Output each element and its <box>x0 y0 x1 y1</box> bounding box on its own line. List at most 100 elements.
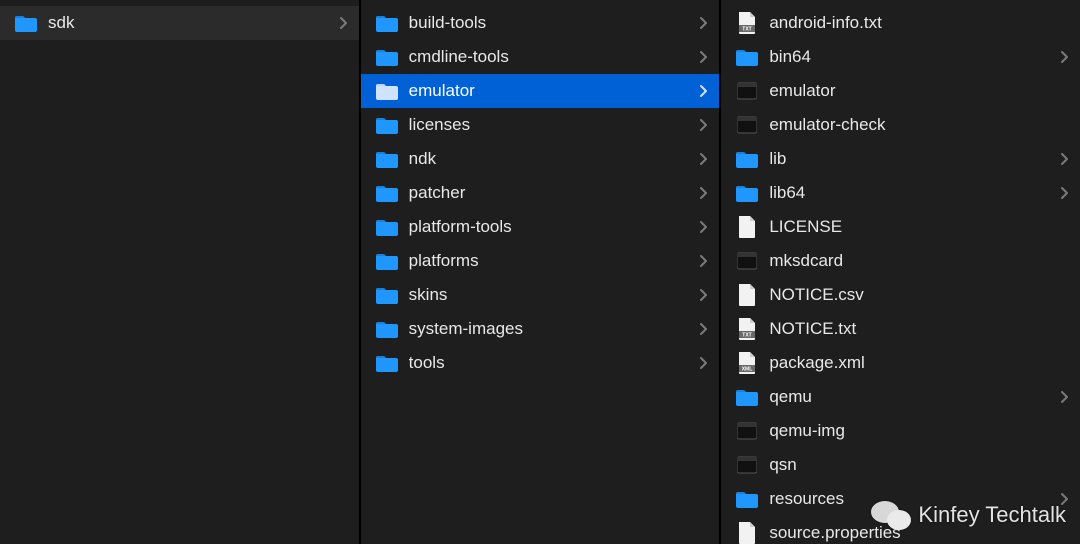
item-label: ndk <box>409 149 698 169</box>
item-label: LICENSE <box>769 217 1072 237</box>
file-icon <box>735 283 759 307</box>
chevron-right-icon <box>1058 391 1072 403</box>
folder-icon <box>375 283 399 307</box>
column-1: sdk <box>0 0 359 544</box>
chevron-right-icon <box>697 357 711 369</box>
folder-icon <box>375 79 399 103</box>
item-label: bin64 <box>769 47 1058 67</box>
chevron-right-icon <box>1058 153 1072 165</box>
list-item[interactable]: licenses <box>361 108 720 142</box>
item-label: lib64 <box>769 183 1058 203</box>
folder-icon <box>735 487 759 511</box>
list-item[interactable]: qemu-img <box>721 414 1080 448</box>
list-item[interactable]: lib <box>721 142 1080 176</box>
item-label: emulator <box>769 81 1072 101</box>
item-label: qemu <box>769 387 1058 407</box>
item-label: cmdline-tools <box>409 47 698 67</box>
folder-icon <box>735 385 759 409</box>
list-item[interactable]: cmdline-tools <box>361 40 720 74</box>
folder-icon <box>375 181 399 205</box>
item-label: qsn <box>769 455 1072 475</box>
chevron-right-icon <box>697 289 711 301</box>
item-label: qemu-img <box>769 421 1072 441</box>
item-label: platforms <box>409 251 698 271</box>
folder-icon <box>735 45 759 69</box>
item-label: source.properties <box>769 523 1072 543</box>
list-item[interactable]: NOTICE.csv <box>721 278 1080 312</box>
chevron-right-icon <box>1058 187 1072 199</box>
list-item[interactable]: platform-tools <box>361 210 720 244</box>
item-label: patcher <box>409 183 698 203</box>
item-label: sdk <box>48 13 337 33</box>
chevron-right-icon <box>697 85 711 97</box>
chevron-right-icon <box>1058 493 1072 505</box>
folder-icon <box>375 11 399 35</box>
list-item[interactable]: qemu <box>721 380 1080 414</box>
file-xml-icon: XML <box>735 351 759 375</box>
item-label: platform-tools <box>409 217 698 237</box>
finder-column-view: sdk build-tools cmdline-tools emulator licen… <box>0 0 1080 544</box>
exec-icon <box>735 453 759 477</box>
chevron-right-icon <box>697 51 711 63</box>
file-icon <box>735 521 759 544</box>
list-item[interactable]: ndk <box>361 142 720 176</box>
folder-icon <box>375 215 399 239</box>
list-item[interactable]: emulator <box>721 74 1080 108</box>
file-txt-icon: TXT <box>735 11 759 35</box>
exec-icon <box>735 79 759 103</box>
svg-text:TXT: TXT <box>743 27 752 33</box>
folder-icon <box>375 147 399 171</box>
folder-icon <box>375 351 399 375</box>
list-item[interactable]: system-images <box>361 312 720 346</box>
item-label: lib <box>769 149 1058 169</box>
list-item[interactable]: platforms <box>361 244 720 278</box>
folder-icon <box>375 317 399 341</box>
item-label: mksdcard <box>769 251 1072 271</box>
item-label: android-info.txt <box>769 13 1072 33</box>
item-label: tools <box>409 353 698 373</box>
chevron-right-icon <box>697 153 711 165</box>
list-item[interactable]: sdk <box>0 6 359 40</box>
item-label: system-images <box>409 319 698 339</box>
item-label: licenses <box>409 115 698 135</box>
list-item[interactable]: XML package.xml <box>721 346 1080 380</box>
svg-text:XML: XML <box>742 367 753 373</box>
item-label: skins <box>409 285 698 305</box>
list-item[interactable]: source.properties <box>721 516 1080 544</box>
folder-icon <box>375 113 399 137</box>
list-item[interactable]: emulator-check <box>721 108 1080 142</box>
exec-icon <box>735 419 759 443</box>
chevron-right-icon <box>697 221 711 233</box>
list-item[interactable]: resources <box>721 482 1080 516</box>
chevron-right-icon <box>697 17 711 29</box>
item-label: package.xml <box>769 353 1072 373</box>
list-item[interactable]: build-tools <box>361 6 720 40</box>
chevron-right-icon <box>697 187 711 199</box>
chevron-right-icon <box>697 119 711 131</box>
list-item[interactable]: TXTNOTICE.txt <box>721 312 1080 346</box>
folder-icon <box>375 45 399 69</box>
exec-icon <box>735 249 759 273</box>
column-2: build-tools cmdline-tools emulator licenses… <box>361 0 720 544</box>
list-item[interactable]: TXT android-info.txt <box>721 6 1080 40</box>
item-label: emulator-check <box>769 115 1072 135</box>
list-item[interactable]: emulator <box>361 74 720 108</box>
list-item[interactable]: LICENSE <box>721 210 1080 244</box>
folder-icon <box>735 147 759 171</box>
list-item[interactable]: skins <box>361 278 720 312</box>
file-txt-icon: TXT <box>735 317 759 341</box>
item-label: resources <box>769 489 1058 509</box>
column-3: TXT android-info.txt bin64 emulator emulator… <box>721 0 1080 544</box>
file-icon <box>735 215 759 239</box>
folder-icon <box>735 181 759 205</box>
list-item[interactable]: lib64 <box>721 176 1080 210</box>
list-item[interactable]: patcher <box>361 176 720 210</box>
list-item[interactable]: bin64 <box>721 40 1080 74</box>
chevron-right-icon <box>697 323 711 335</box>
item-label: build-tools <box>409 13 698 33</box>
list-item[interactable]: tools <box>361 346 720 380</box>
folder-icon <box>375 249 399 273</box>
chevron-right-icon <box>337 17 351 29</box>
list-item[interactable]: mksdcard <box>721 244 1080 278</box>
list-item[interactable]: qsn <box>721 448 1080 482</box>
